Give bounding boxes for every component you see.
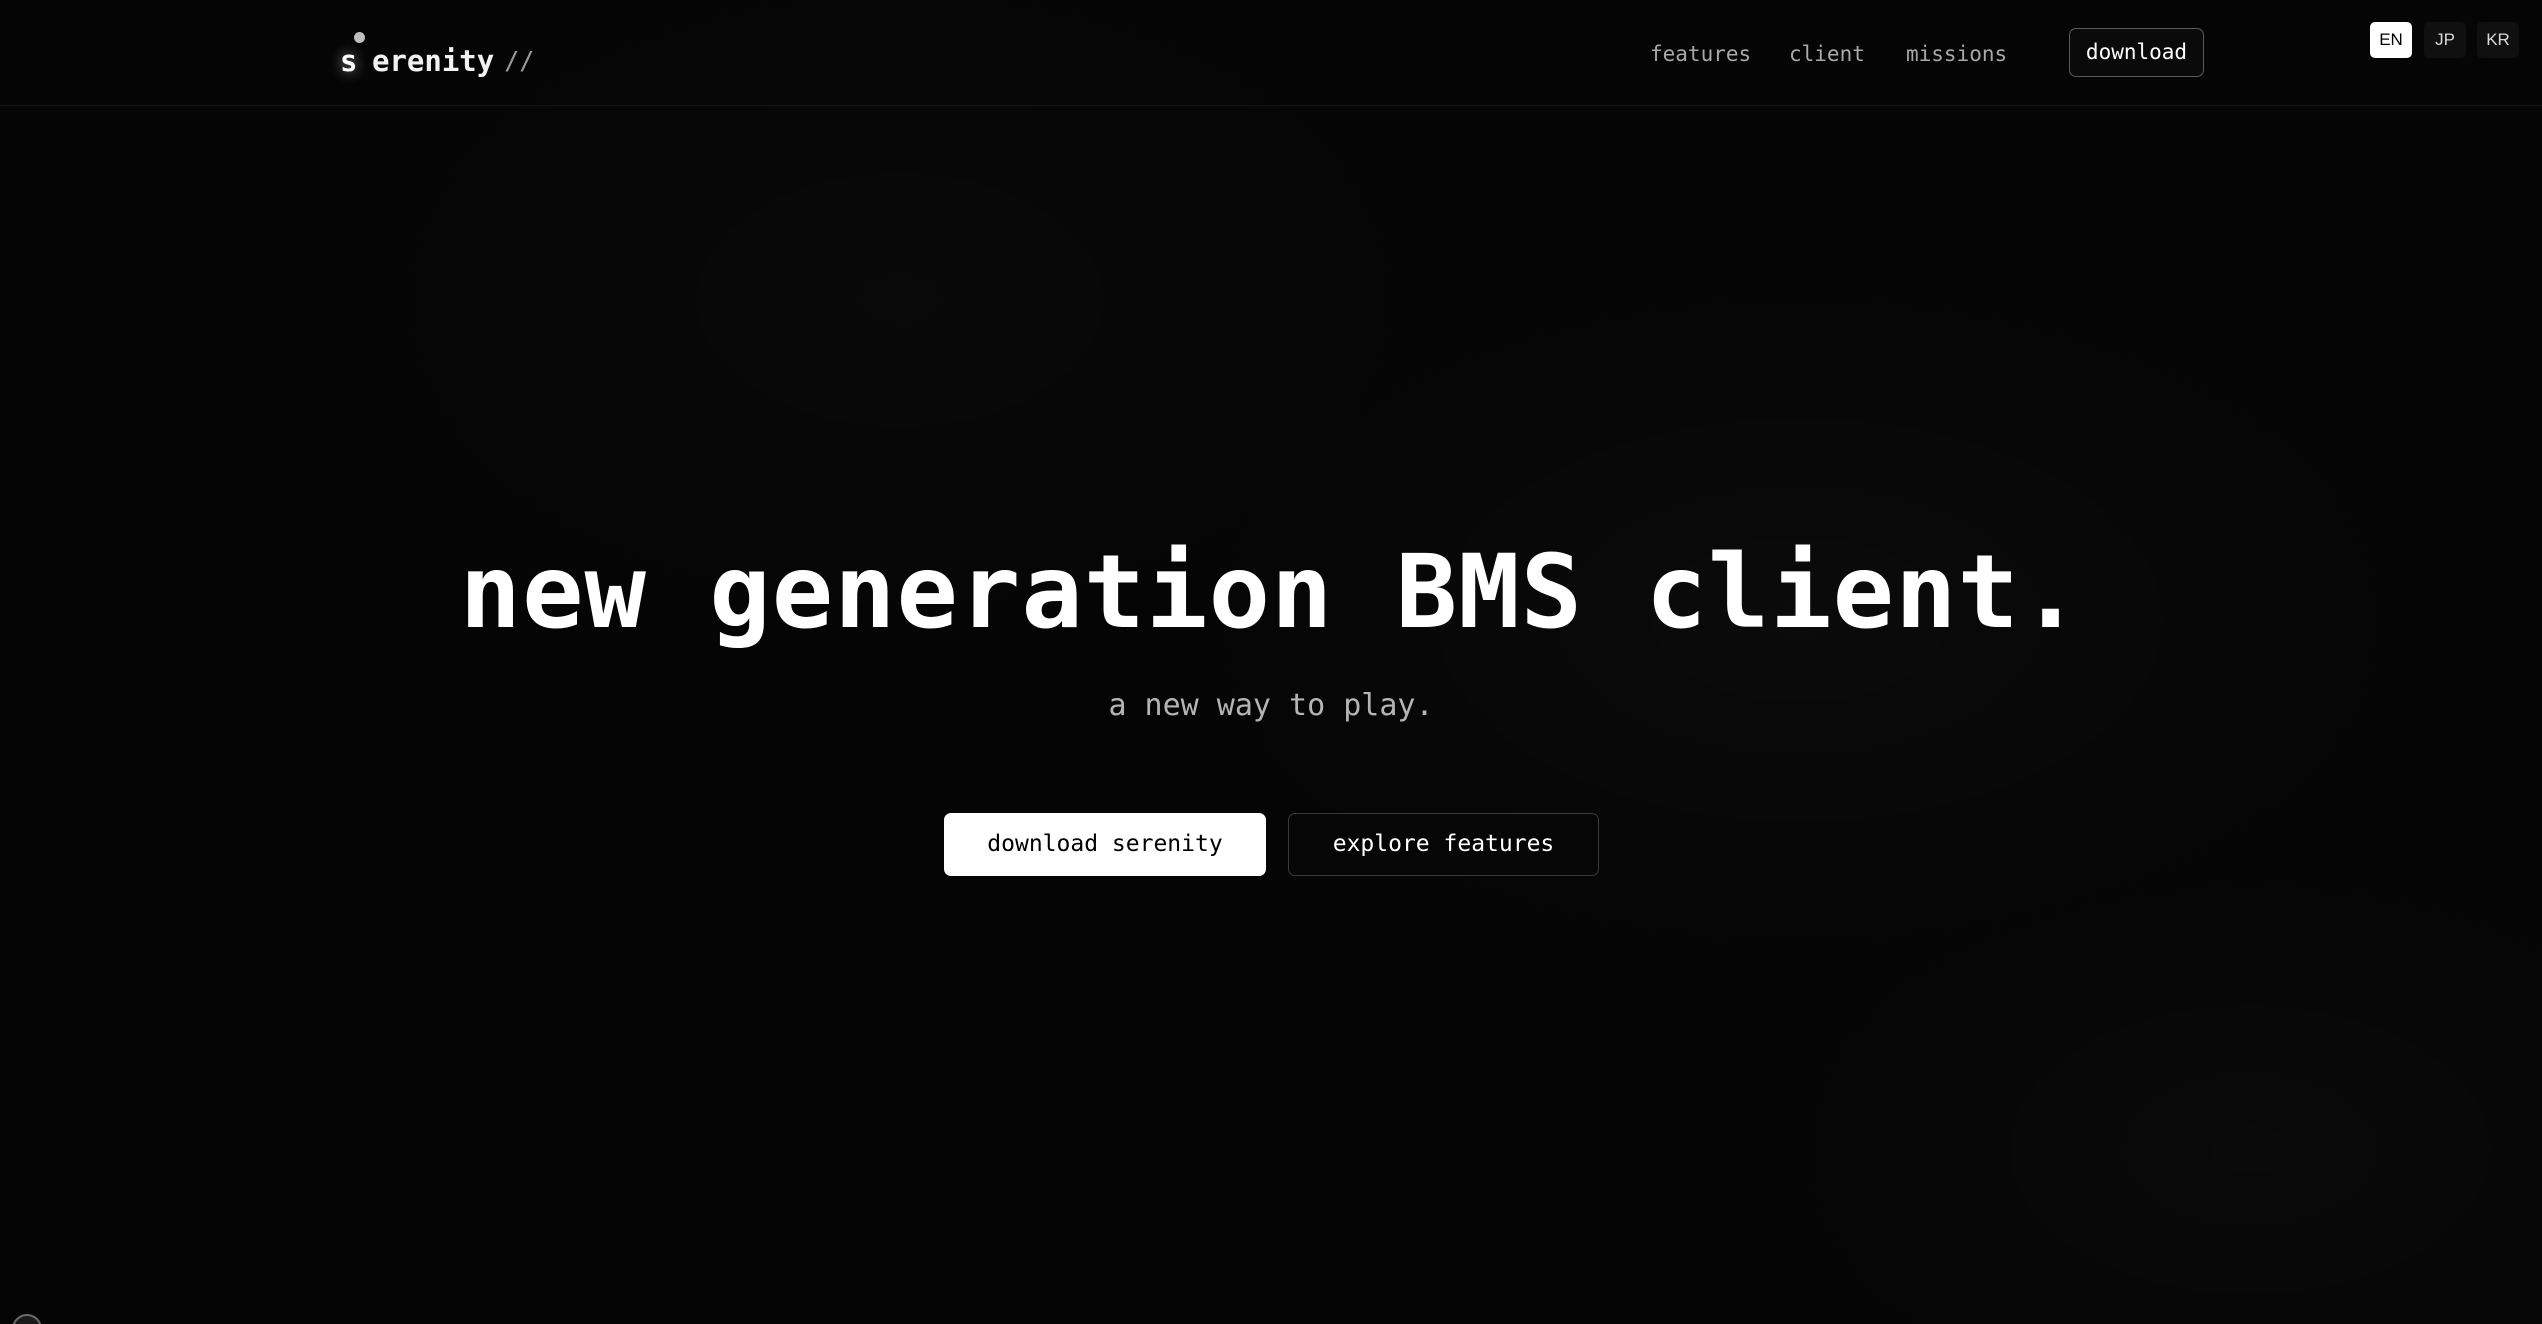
logo-text: erenity <box>372 44 495 78</box>
logo-initial: s <box>340 44 358 78</box>
logo-suffix: // <box>504 46 535 75</box>
nav-link-missions[interactable]: missions <box>1906 34 2007 74</box>
logo[interactable]: s erenity // <box>338 32 534 78</box>
download-serenity-button[interactable]: download serenity <box>944 813 1266 876</box>
logo-mark: s <box>338 32 365 78</box>
hero-title: new generation BMS client. <box>459 533 2083 652</box>
language-jp-button[interactable]: JP <box>2424 22 2466 58</box>
language-en-button[interactable]: EN <box>2370 22 2412 58</box>
site-header: s erenity // features client missions do… <box>0 0 2542 106</box>
language-kr-button[interactable]: KR <box>2477 22 2519 58</box>
explore-features-button[interactable]: explore features <box>1288 813 1599 876</box>
nav-download-button[interactable]: download <box>2069 28 2204 77</box>
nav-link-features[interactable]: features <box>1650 34 1751 74</box>
background-glow <box>0 0 2542 1324</box>
hero-subtitle: a new way to play. <box>1108 688 1434 723</box>
corner-widget-icon[interactable] <box>12 1314 42 1324</box>
nav-link-client[interactable]: client <box>1789 34 1865 74</box>
logo-dot-icon <box>354 32 365 43</box>
